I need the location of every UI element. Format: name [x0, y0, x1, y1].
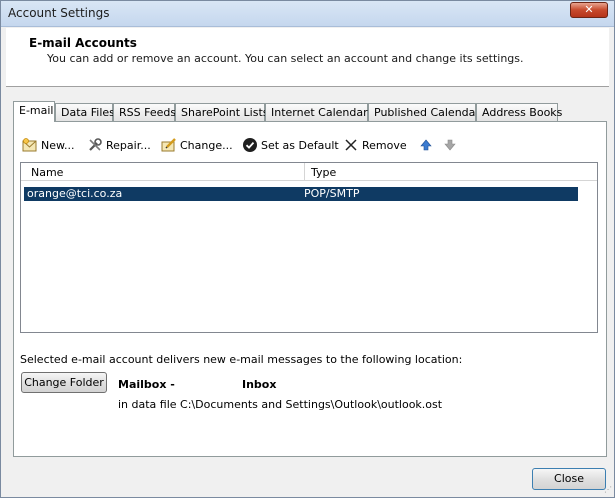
window-title: Account Settings	[8, 6, 110, 20]
column-type-header[interactable]: Type	[311, 166, 336, 179]
move-up-icon	[418, 137, 434, 153]
delivery-description: Selected e-mail account delivers new e-m…	[20, 353, 463, 366]
move-down-button[interactable]	[442, 136, 458, 154]
tab-address-books[interactable]: Address Books	[476, 103, 562, 121]
column-name-header[interactable]: Name	[31, 166, 63, 179]
account-row[interactable]: orange@tci.co.za POP/SMTP	[24, 187, 578, 201]
window-close-button[interactable]: ✕	[570, 2, 608, 18]
inbox-label: Inbox	[242, 378, 277, 391]
remove-label: Remove	[362, 138, 407, 152]
repair-button[interactable]: Repair...	[87, 136, 151, 154]
list-column-header: Name Type	[21, 163, 597, 181]
move-down-icon	[442, 137, 458, 153]
change-folder-button[interactable]: Change Folder	[21, 372, 107, 393]
change-icon	[161, 137, 177, 153]
change-label: Change...	[180, 138, 233, 152]
header-description: You can add or remove an account. You ca…	[47, 52, 524, 65]
new-label: New...	[41, 138, 75, 152]
accounts-list[interactable]: Name Type orange@tci.co.za POP/SMTP	[20, 162, 598, 333]
account-settings-window: Account Settings ✕ E-mail Accounts You c…	[0, 0, 615, 498]
tab-email[interactable]: E-mail	[13, 101, 55, 122]
set-as-default-button[interactable]: Set as Default	[242, 136, 339, 154]
new-button[interactable]: New...	[22, 136, 74, 154]
title-bar[interactable]: Account Settings ✕	[1, 1, 614, 27]
remove-button[interactable]: Remove	[343, 136, 407, 154]
checkmark-icon	[242, 137, 258, 153]
tab-sharepoint-lists[interactable]: SharePoint Lists	[175, 103, 269, 121]
repair-icon	[87, 137, 103, 153]
remove-x-icon	[343, 137, 359, 153]
account-type: POP/SMTP	[304, 187, 360, 200]
repair-label: Repair...	[106, 138, 151, 152]
email-tab-panel: New... Repair... Change... Set as Defaul…	[13, 121, 607, 457]
close-button[interactable]: Close	[532, 468, 606, 490]
tab-internet-calendars[interactable]: Internet Calendars	[265, 103, 373, 121]
header-title: E-mail Accounts	[29, 36, 137, 50]
tab-rss-feeds[interactable]: RSS Feeds	[113, 103, 176, 121]
set-as-default-label: Set as Default	[261, 138, 339, 152]
account-name: orange@tci.co.za	[27, 187, 123, 200]
data-file-path: in data file C:\Documents and Settings\O…	[118, 398, 443, 411]
mailbox-label: Mailbox -	[118, 378, 175, 391]
move-up-button[interactable]	[418, 136, 434, 154]
change-button[interactable]: Change...	[161, 136, 233, 154]
new-account-icon	[22, 137, 38, 153]
tab-data-files[interactable]: Data Files	[55, 103, 115, 121]
column-divider[interactable]	[304, 163, 305, 181]
resize-gripper[interactable]: ⋰	[602, 485, 612, 495]
header-band: E-mail Accounts You can add or remove an…	[6, 28, 609, 87]
tab-published-calendars[interactable]: Published Calendars	[368, 103, 486, 121]
